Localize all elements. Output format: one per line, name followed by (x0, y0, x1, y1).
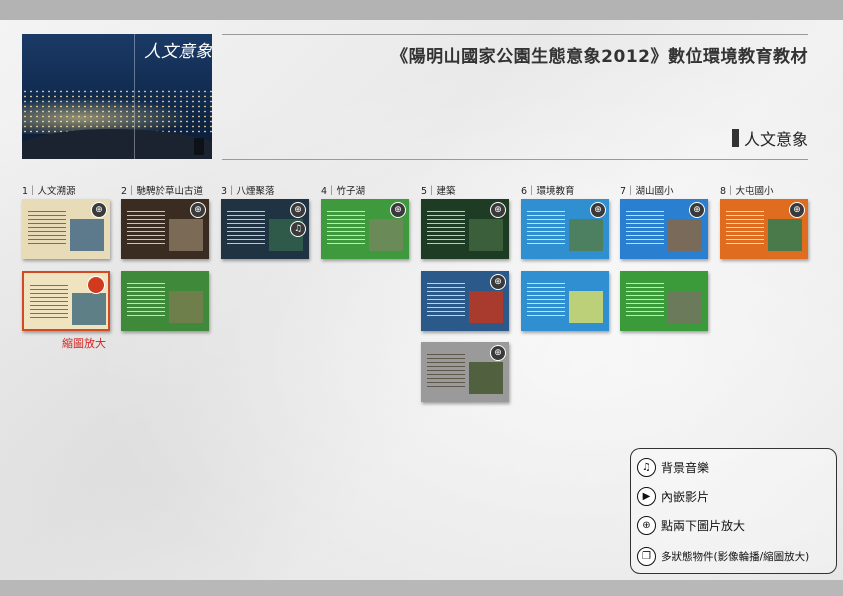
thumbnail-text-block (626, 211, 664, 247)
thumbnail-text-block (28, 211, 66, 247)
page-thumbnail[interactable]: ⊕ (421, 271, 509, 331)
thumbnail-text-block (527, 283, 565, 319)
thumbnail-photo (768, 219, 802, 251)
page-thumbnail[interactable]: ⊕ (521, 199, 609, 259)
legend-label: 點兩下圖片放大 (661, 519, 746, 533)
thumbnail-text-block (527, 211, 565, 247)
music-note-icon: ♫ (637, 458, 656, 477)
zoom-icon[interactable]: ⊕ (689, 202, 705, 218)
thumbnail-text-block (427, 354, 465, 390)
column-heading: 4｜竹子湖 (321, 186, 366, 197)
thumbnail-photo (569, 219, 603, 251)
zoom-icon[interactable]: ⊕ (490, 345, 506, 361)
legend-label: 背景音樂 (661, 461, 710, 475)
legend-label: 內嵌影片 (661, 490, 710, 504)
multi-state-icon[interactable] (87, 276, 105, 294)
thumbnail-photo (70, 219, 104, 251)
zoom-icon[interactable]: ⊕ (590, 202, 606, 218)
legend-label: 多狀態物件(影像輪播/縮圖放大) (661, 551, 810, 563)
page-title: 《陽明山國家公園生態意象2012》數位環境教育教材 (391, 47, 808, 67)
thumbnail-text-block (227, 211, 265, 247)
legend-item-zoom: ⊕ 點兩下圖片放大 (637, 516, 745, 535)
cover-image: 人文意象 (22, 34, 212, 159)
thumbnail-photo (668, 291, 702, 323)
top-bar (0, 0, 843, 20)
thumbnail-photo (169, 291, 203, 323)
page-thumbnail[interactable] (620, 271, 708, 331)
zoom-icon[interactable]: ⊕ (290, 202, 306, 218)
column-heading: 2｜馳騁於草山古道 (121, 186, 204, 197)
selected-caption: 縮圖放大 (62, 337, 106, 350)
thumbnail-photo (469, 291, 503, 323)
section-label: 人文意象 (731, 126, 808, 150)
page-thumbnail[interactable]: ⊕ ♫ (221, 199, 309, 259)
thumbnail-text-block (726, 211, 764, 247)
page-thumbnail[interactable] (121, 271, 209, 331)
cover-title: 人文意象 (144, 42, 212, 62)
thumbnail-photo (668, 219, 702, 251)
zoom-icon[interactable]: ⊕ (490, 274, 506, 290)
thumbnail-text-block (127, 283, 165, 319)
page-thumbnail[interactable]: ⊕ (121, 199, 209, 259)
bottom-bar (0, 580, 843, 596)
page-thumbnail[interactable] (521, 271, 609, 331)
legend-panel: ♫ 背景音樂 ▶ 內嵌影片 ⊕ 點兩下圖片放大 ❐ 多狀態物件(影像輪播/縮圖放… (630, 448, 837, 574)
thumbnail-text-block (327, 211, 365, 247)
legend-item-video: ▶ 內嵌影片 (637, 487, 709, 506)
thumbnail-photo (469, 219, 503, 251)
column-heading: 3｜八煙聚落 (221, 186, 275, 197)
zoom-icon[interactable]: ⊕ (390, 202, 406, 218)
thumbnail-text-block (427, 283, 465, 319)
zoom-icon[interactable]: ⊕ (190, 202, 206, 218)
section-bar (731, 129, 739, 147)
column-heading: 7｜湖山國小 (620, 186, 674, 197)
column-heading: 1｜人文溯源 (22, 186, 76, 197)
page-thumbnail[interactable]: ⊕ (620, 199, 708, 259)
multi-state-icon: ❐ (637, 547, 656, 566)
play-icon: ▶ (637, 487, 656, 506)
column-heading: 6｜環境教育 (521, 186, 575, 197)
column-heading: 8｜大屯國小 (720, 186, 774, 197)
page-thumbnail[interactable]: ⊕ (22, 199, 110, 259)
thumbnail-text-block (626, 283, 664, 319)
thumbnail-photo (169, 219, 203, 251)
thumbnail-photo (369, 219, 403, 251)
page-thumbnail[interactable]: ⊕ (421, 342, 509, 402)
thumbnail-text-block (427, 211, 465, 247)
zoom-icon[interactable]: ⊕ (490, 202, 506, 218)
section-label-text: 人文意象 (743, 130, 808, 149)
zoom-icon: ⊕ (637, 516, 656, 535)
column-heading: 5｜建築 (421, 186, 456, 197)
header-rule-bottom (222, 159, 808, 160)
page-thumbnail[interactable]: ⊕ (720, 199, 808, 259)
thumbnail-text-block (127, 211, 165, 247)
header-rule-top (222, 34, 808, 35)
thumbnail-photo (569, 291, 603, 323)
zoom-icon[interactable]: ⊕ (91, 202, 107, 218)
legend-item-multistate: ❐ 多狀態物件(影像輪播/縮圖放大) (637, 547, 809, 566)
thumbnail-photo (72, 293, 106, 325)
zoom-icon[interactable]: ⊕ (789, 202, 805, 218)
page-thumbnail[interactable]: ⊕ (321, 199, 409, 259)
legend-item-music: ♫ 背景音樂 (637, 458, 709, 477)
thumbnail-text-block (30, 285, 68, 321)
thumbnail-photo (469, 362, 503, 394)
music-note-icon[interactable]: ♫ (290, 221, 306, 237)
page-thumbnail[interactable]: ⊕ (421, 199, 509, 259)
page-thumbnail[interactable] (22, 271, 110, 331)
